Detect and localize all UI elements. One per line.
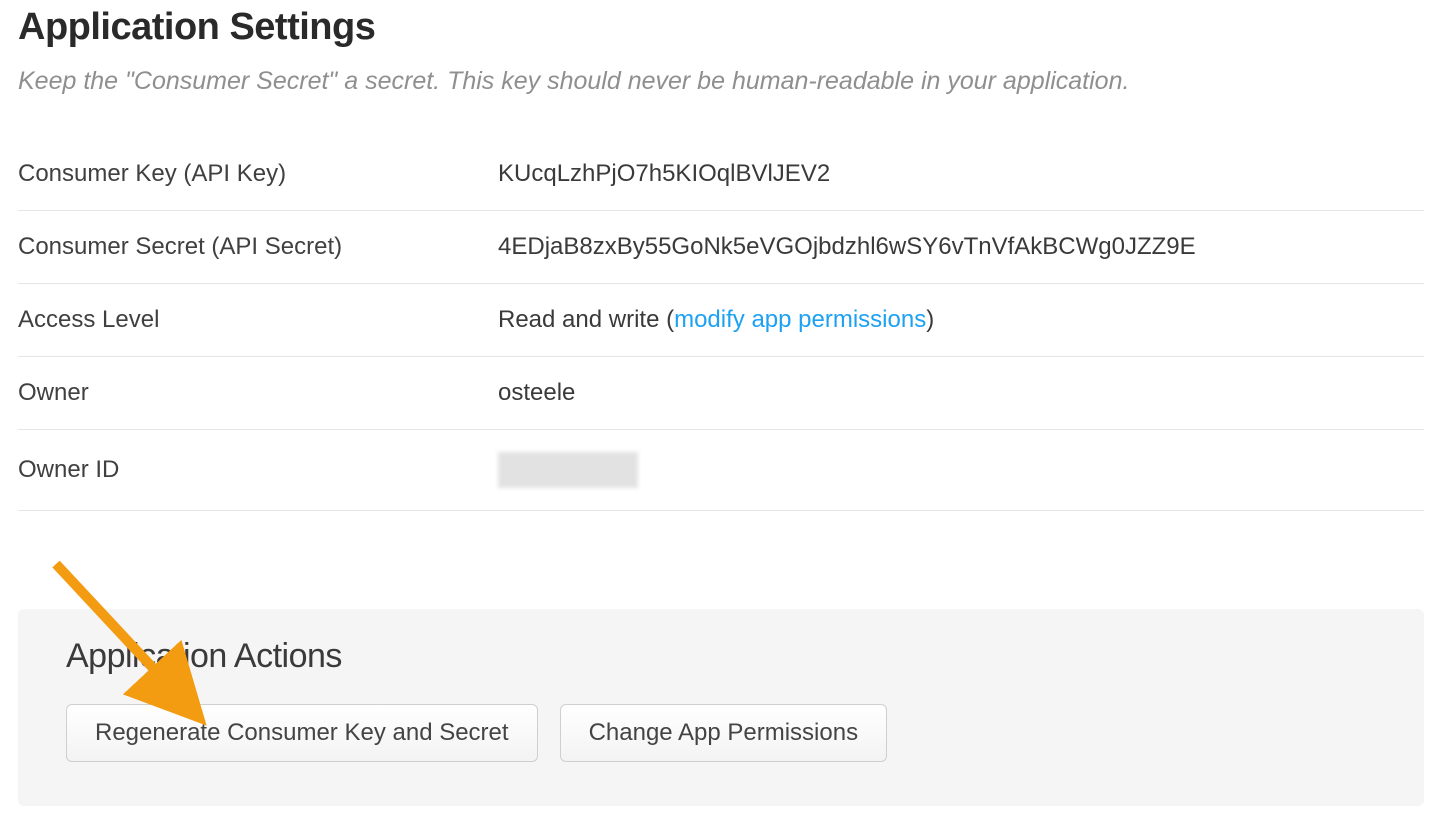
consumer-secret-value: 4EDjaB8zxBy55GoNk5eVGOjbdzhl6wSY6vTnVfAk… <box>498 211 1424 284</box>
table-row: Owner ID <box>18 430 1424 511</box>
owner-id-label: Owner ID <box>18 430 498 511</box>
actions-panel: Application Actions Regenerate Consumer … <box>18 609 1424 806</box>
modify-permissions-link[interactable]: modify app permissions <box>674 306 926 333</box>
settings-table: Consumer Key (API Key) KUcqLzhPjO7h5KIOq… <box>18 138 1424 511</box>
change-permissions-button[interactable]: Change App Permissions <box>560 704 887 762</box>
owner-id-value <box>498 430 1424 511</box>
table-row: Consumer Key (API Key) KUcqLzhPjO7h5KIOq… <box>18 138 1424 211</box>
owner-value: osteele <box>498 357 1424 430</box>
owner-label: Owner <box>18 357 498 430</box>
consumer-key-label: Consumer Key (API Key) <box>18 138 498 211</box>
consumer-secret-label: Consumer Secret (API Secret) <box>18 211 498 284</box>
table-row: Owner osteele <box>18 357 1424 430</box>
table-row: Access Level Read and write (modify app … <box>18 284 1424 357</box>
page-subtitle: Keep the "Consumer Secret" a secret. Thi… <box>18 67 1424 96</box>
actions-title: Application Actions <box>66 637 1376 676</box>
page-title: Application Settings <box>18 6 1424 49</box>
access-level-suffix: ) <box>926 306 934 333</box>
regenerate-button[interactable]: Regenerate Consumer Key and Secret <box>66 704 538 762</box>
table-row: Consumer Secret (API Secret) 4EDjaB8zxBy… <box>18 211 1424 284</box>
access-level-label: Access Level <box>18 284 498 357</box>
action-buttons: Regenerate Consumer Key and Secret Chang… <box>66 704 1376 762</box>
access-level-value: Read and write (modify app permissions) <box>498 284 1424 357</box>
redacted-value <box>498 452 638 488</box>
access-level-text: Read and write ( <box>498 306 674 333</box>
consumer-key-value: KUcqLzhPjO7h5KIOqlBVlJEV2 <box>498 138 1424 211</box>
